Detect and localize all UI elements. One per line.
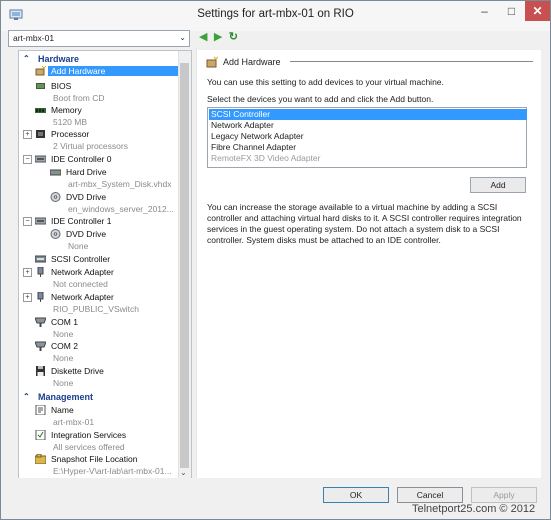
hardware-section-label: Hardware [38, 54, 80, 64]
expand-plus-icon[interactable]: + [23, 130, 32, 139]
tree-item-detail: Not connected [53, 279, 108, 289]
floppy-disk-icon [36, 366, 45, 376]
tree-item-detail: art-mbx-01 [53, 417, 95, 427]
tree-scrollbar[interactable]: ⌄ [178, 51, 191, 478]
tree-item-label: Memory [51, 105, 82, 115]
maximize-button[interactable]: □ [498, 1, 525, 21]
tree-item-label: COM 1 [51, 317, 78, 327]
tree-item-detail: None [53, 353, 74, 363]
tree-item-detail: 5120 MB [53, 117, 88, 127]
add-button[interactable]: Add [470, 177, 526, 193]
scsi-controller-icon [35, 255, 46, 263]
tree-item-detail: None [53, 378, 74, 388]
expand-plus-icon[interactable]: + [23, 268, 32, 277]
expand-plus-icon[interactable]: + [23, 293, 32, 302]
tree-item-detail: E:\Hyper-V\art-lab\art-mbx-01... [53, 466, 172, 476]
tree-item-label: Network Adapter [51, 267, 114, 277]
navigation-toolbar: ◀ ▶ ↻ [199, 31, 242, 45]
device-option-network-adapter[interactable]: Network Adapter [209, 120, 527, 131]
tree-item-detail: Boot from CD [53, 93, 105, 103]
vm-selector-value: art-mbx-01 [13, 33, 55, 43]
tree-item-label: COM 2 [51, 341, 78, 351]
tree-item-label: BIOS [51, 81, 72, 91]
tree-item-label: SCSI Controller [51, 254, 111, 264]
tree-item-label: Diskette Drive [51, 366, 104, 376]
tree-item-detail: en_windows_server_2012... [68, 204, 174, 214]
back-arrow-icon[interactable]: ◀ [199, 31, 207, 43]
add-hardware-icon [206, 56, 218, 68]
device-option-legacy-network-adapter[interactable]: Legacy Network Adapter [209, 131, 527, 142]
forward-arrow-icon[interactable]: ▶ [214, 31, 222, 43]
device-option-fibre-channel-adapter[interactable]: Fibre Channel Adapter [209, 142, 527, 153]
panel-title: Add Hardware [223, 57, 281, 67]
device-option-scsi-controller[interactable]: SCSI Controller [209, 109, 527, 120]
instruction-text: Select the devices you want to add and c… [207, 94, 434, 104]
tree-item-label: Processor [51, 129, 90, 139]
bios-chip-icon [36, 83, 45, 89]
serial-port-icon [35, 341, 46, 351]
integration-services-icon [35, 430, 46, 440]
network-adapter-icon [37, 267, 44, 277]
tree-item-label: Hard Drive [66, 167, 107, 177]
scsi-info-text: You can increase the storage available t… [207, 202, 522, 245]
tree-item-label: DVD Drive [66, 229, 107, 239]
ok-button[interactable]: OK [323, 487, 389, 503]
close-button[interactable]: ✕ [525, 1, 550, 21]
ide-controller-icon [35, 155, 46, 163]
apply-button: Apply [471, 487, 537, 503]
scroll-down-icon[interactable]: ⌄ [180, 468, 187, 477]
settings-window: Settings for art-mbx-01 on RIO – □ ✕ art… [0, 0, 551, 520]
header-rule [290, 61, 533, 62]
network-adapter-icon [37, 292, 44, 302]
tree-item-detail: All services offered [53, 442, 125, 452]
name-tag-icon [35, 405, 46, 415]
scrollbar-thumb[interactable] [180, 63, 189, 468]
tree-item-label: Snapshot File Location [51, 454, 138, 464]
add-hardware-icon [35, 66, 46, 76]
management-section-label: Management [38, 392, 94, 402]
dvd-drive-icon [50, 229, 61, 239]
processor-icon [36, 130, 45, 138]
vm-selector-dropdown[interactable]: art-mbx-01 ⌄ [8, 30, 190, 47]
tree-item-detail: None [53, 329, 74, 339]
collapse-chevron-icon: ⌃ [23, 54, 30, 63]
tree-item-detail: art-mbx_System_Disk.vhdx [68, 179, 172, 189]
snapshot-icon [35, 454, 46, 464]
tree-item-label: Network Adapter [51, 292, 114, 302]
tree-item-detail: RIO_PUBLIC_VSwitch [53, 304, 139, 314]
collapse-minus-icon[interactable]: − [23, 155, 32, 164]
dvd-drive-icon [50, 192, 61, 202]
details-panel: Add Hardware You can use this setting to… [197, 50, 541, 478]
tree-item-label: Add Hardware [48, 66, 178, 76]
title-bar: Settings for art-mbx-01 on RIO – □ ✕ [1, 1, 550, 31]
settings-tree: ⌃ Hardware Add Hardware BIOS Boot from C… [18, 50, 192, 479]
tree-item-label: Name [51, 405, 74, 415]
tree-item-label: IDE Controller 1 [51, 216, 112, 226]
chevron-down-icon: ⌄ [179, 33, 186, 42]
management-section-header[interactable]: ⌃ Management [19, 392, 179, 403]
tree-item-label: DVD Drive [66, 192, 107, 202]
collapse-minus-icon[interactable]: − [23, 217, 32, 226]
intro-text: You can use this setting to add devices … [207, 77, 444, 87]
tree-item-label: IDE Controller 0 [51, 154, 112, 164]
watermark: Telnetport25.com © 2012 [412, 503, 536, 515]
cancel-button[interactable]: Cancel [397, 487, 463, 503]
minimize-button[interactable]: – [471, 1, 498, 21]
tree-item-detail: 2 Virtual processors [53, 141, 128, 151]
refresh-icon[interactable]: ↻ [229, 31, 238, 43]
hard-drive-icon [50, 169, 61, 176]
memory-icon [35, 108, 46, 113]
serial-port-icon [35, 317, 46, 327]
tree-item-label: Integration Services [51, 430, 127, 440]
window-title: Settings for art-mbx-01 on RIO [197, 8, 354, 20]
ide-controller-icon [35, 217, 46, 225]
tree-item-detail: None [68, 241, 89, 251]
collapse-chevron-icon: ⌃ [23, 392, 30, 401]
hardware-section-header[interactable]: ⌃ Hardware [19, 54, 179, 65]
device-option-remotefx-adapter: RemoteFX 3D Video Adapter [211, 153, 321, 163]
device-list[interactable]: SCSI Controller Network Adapter Legacy N… [207, 107, 527, 168]
